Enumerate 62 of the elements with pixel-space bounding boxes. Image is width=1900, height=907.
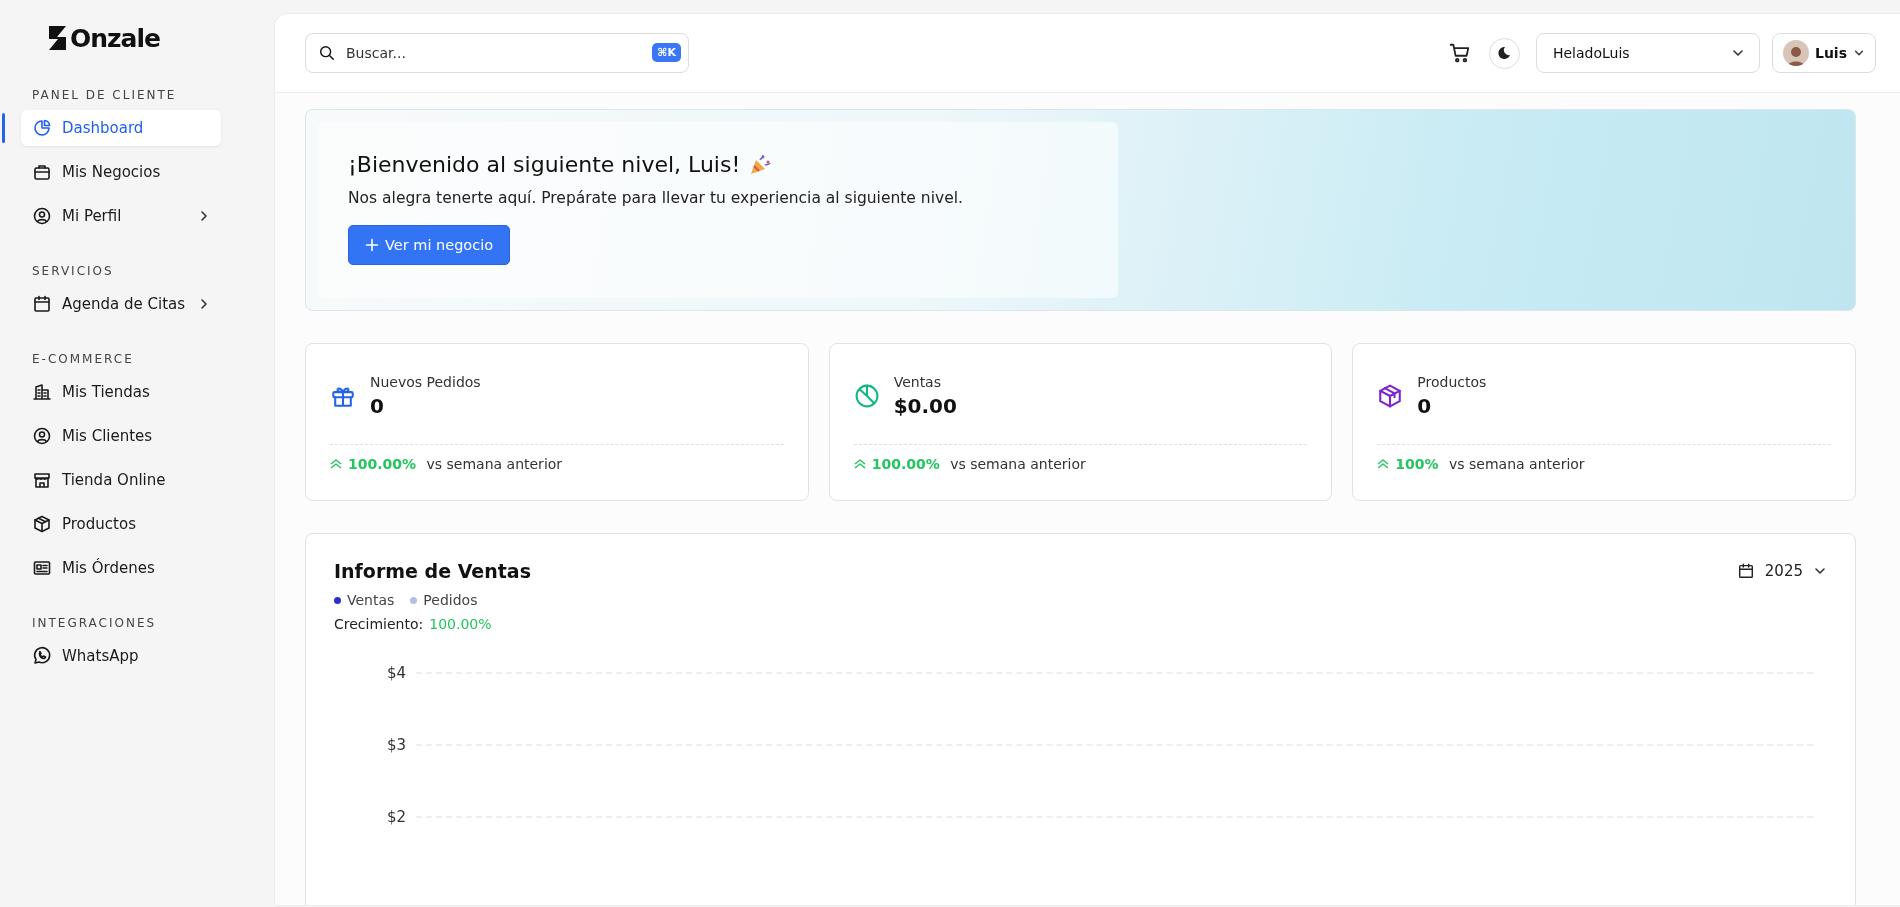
trend-up-icon <box>330 458 342 470</box>
sidebar-item[interactable]: Mis Tiendas <box>21 374 221 410</box>
stat-label: Ventas <box>893 374 942 390</box>
trend-up-icon <box>1377 458 1390 470</box>
sidebar-item[interactable]: WhatsApp <box>21 638 221 674</box>
stat-label: Productos <box>1417 374 1487 390</box>
axis-label: $3 <box>385 736 406 754</box>
change-value: 100.00% <box>871 456 940 472</box>
change-value: 100% <box>1395 456 1439 472</box>
growth-label: Crecimiento: <box>334 616 424 632</box>
section-heading: PANEL DE CLIENTE <box>32 88 178 102</box>
trend-up-icon <box>853 458 866 470</box>
calendar-icon <box>32 294 52 314</box>
axis-label: $4 <box>385 664 406 682</box>
sidebar-item[interactable]: Mis Órdenes <box>21 550 221 586</box>
user-circle-icon <box>32 426 52 446</box>
change-value: 100.00% <box>348 456 417 472</box>
sidebar-item[interactable]: Mis Clientes <box>21 418 221 454</box>
sidebar-item[interactable]: Mis Negocios <box>21 154 221 190</box>
moon-icon <box>1496 45 1513 61</box>
section-heading: SERVICIOS <box>32 264 115 278</box>
sidebar-item[interactable]: Agenda de Citas <box>21 286 221 322</box>
year-select[interactable]: 2025 <box>1736 562 1827 580</box>
calendar-icon <box>1736 562 1755 580</box>
axis-label: $2 <box>385 808 406 826</box>
stat-value: $0.00 <box>893 394 957 418</box>
legend-label: Ventas <box>347 592 395 608</box>
search-icon <box>318 44 336 62</box>
cart-icon[interactable] <box>1448 42 1471 64</box>
section-heading: INTEGRACIONES <box>32 616 158 630</box>
comparison-text: vs semana anterior <box>425 456 563 472</box>
banner-title: ¡Bienvenido al siguiente nivel, Luis! <box>348 152 741 177</box>
sidebar-item[interactable]: Productos <box>21 506 221 542</box>
section-heading: E-COMMERCE <box>32 352 135 366</box>
stat-value: 0 <box>370 394 385 418</box>
comparison-text: vs semana anterior <box>949 456 1086 472</box>
banner-subtitle: Nos alegra tenerte aquí. Prepárate para llevar tu experiencia al siguiente nivel. <box>348 189 964 207</box>
user-circle-icon <box>32 206 52 226</box>
legend-label: Pedidos <box>423 592 478 608</box>
package-icon <box>32 514 52 534</box>
party-popper-icon <box>748 152 773 177</box>
storefront-icon <box>32 470 52 490</box>
sidebar-item[interactable]: Tienda Online <box>21 462 221 498</box>
buildings-icon <box>32 382 52 402</box>
avatar-icon <box>1782 40 1809 66</box>
stat-label: Nuevos Pedidos <box>370 374 481 390</box>
plus-icon <box>365 238 379 252</box>
logo-icon <box>48 25 68 51</box>
growth-value: 100.00% <box>429 616 492 632</box>
shortcut-badge: ⌘K <box>652 43 681 62</box>
stat-value: 0 <box>1417 394 1433 418</box>
view-business-button[interactable]: Ver mi negocio <box>348 225 511 265</box>
logo-text: Onzale <box>70 23 160 53</box>
comparison-text: vs semana anterior <box>1448 456 1585 472</box>
pie-chart-icon <box>32 118 52 138</box>
whatsapp-icon <box>32 646 52 666</box>
sidebar-item[interactable]: Mi Perfil <box>21 198 221 234</box>
user-menu[interactable]: Luis <box>1771 33 1876 73</box>
briefcase-icon <box>32 162 52 182</box>
receipt-icon <box>32 558 52 578</box>
chart-title: Informe de Ventas <box>334 560 531 582</box>
business-select[interactable]: HeladoLuis <box>1535 33 1760 73</box>
